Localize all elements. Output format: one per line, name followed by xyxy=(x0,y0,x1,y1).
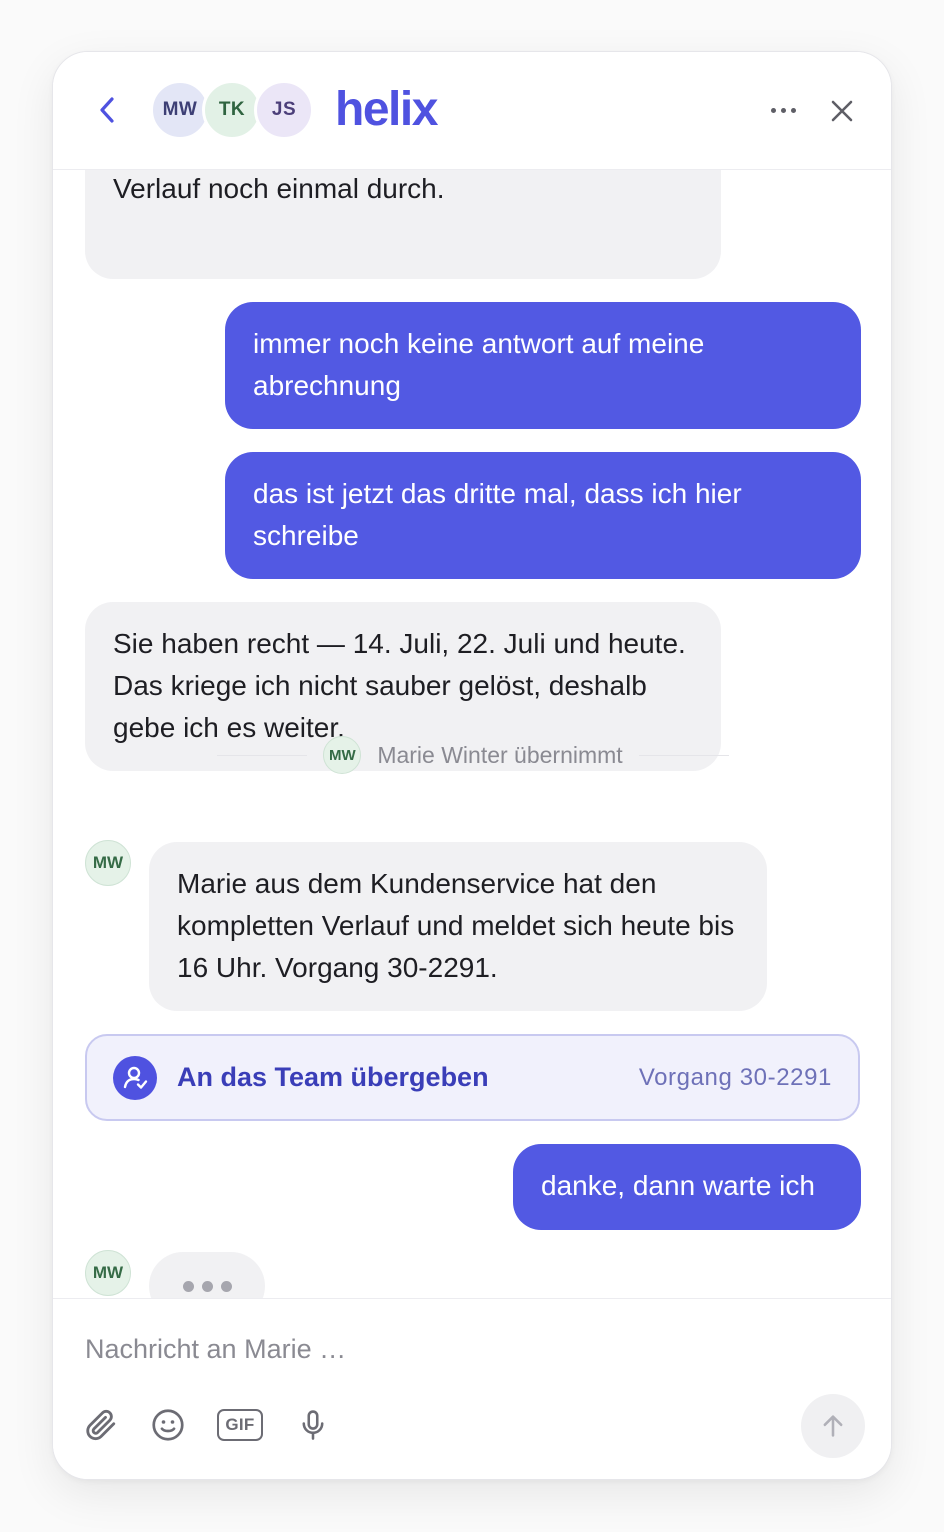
gif-icon: GIF xyxy=(225,1415,255,1434)
voice-button[interactable] xyxy=(295,1405,331,1445)
divider-line xyxy=(217,754,308,756)
handoff-divider: MW Marie Winter übernimmt xyxy=(217,736,730,774)
chevron-left-icon xyxy=(100,97,114,123)
avatar: MW xyxy=(323,736,362,774)
brand-logo: helix xyxy=(335,83,438,136)
divider-line xyxy=(638,754,730,756)
paperclip-icon xyxy=(86,1409,116,1441)
close-button[interactable] xyxy=(827,96,857,126)
chat-header: MW TK JS helix xyxy=(53,52,891,170)
user-message: immer noch keine antwort auf meine abrec… xyxy=(225,302,861,429)
handoff-title: An das Team übergeben xyxy=(177,1062,489,1092)
agent-avatar: MW xyxy=(85,1250,131,1296)
avatar: JS xyxy=(254,80,314,140)
agent-message: Marie aus dem Kundenservice hat den komp… xyxy=(149,842,767,1011)
close-icon xyxy=(831,100,853,122)
user-message: das ist jetzt das dritte mal, dass ich h… xyxy=(225,452,861,579)
bot-message: Verlauf noch einmal durch. xyxy=(85,170,721,279)
user-check-icon xyxy=(113,1055,157,1100)
emoji-icon xyxy=(152,1409,184,1441)
arrow-up-icon xyxy=(823,1415,843,1437)
more-horizontal-icon xyxy=(770,107,776,113)
message-input[interactable] xyxy=(85,1327,805,1371)
handoff-card: An das Team übergeben Vorgang 30-2291 xyxy=(85,1034,860,1121)
handoff-status-text: Marie Winter übernimmt xyxy=(377,741,623,768)
gif-button[interactable]: GIF xyxy=(217,1409,263,1441)
microphone-icon xyxy=(302,1410,324,1440)
user-message: danke, dann warte ich xyxy=(513,1144,861,1230)
emoji-button[interactable] xyxy=(148,1405,188,1445)
agent-avatar: MW xyxy=(85,840,131,886)
typing-indicator xyxy=(149,1252,265,1298)
case-reference: Vorgang 30-2291 xyxy=(638,1063,832,1091)
composer: GIF xyxy=(53,1298,891,1479)
send-button[interactable] xyxy=(801,1394,865,1458)
message-list[interactable]: Verlauf noch einmal durch. immer noch ke… xyxy=(53,170,891,1298)
chat-widget: MW TK JS helix Verlauf noch einmal durch… xyxy=(52,51,892,1480)
attach-button[interactable] xyxy=(81,1405,121,1445)
more-options-button[interactable] xyxy=(765,96,801,124)
back-button[interactable] xyxy=(93,94,121,126)
avatar: MW xyxy=(150,80,210,140)
avatar: TK xyxy=(202,80,262,140)
